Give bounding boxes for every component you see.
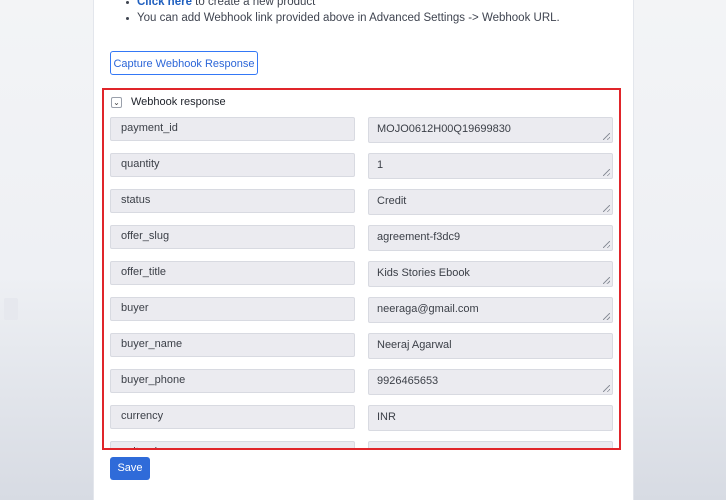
field-row: currency INR	[110, 405, 615, 441]
field-value[interactable]: neeraga@gmail.com	[368, 297, 613, 323]
field-value[interactable]: MOJO0612H00Q19699830	[368, 117, 613, 143]
webhook-field-list: payment_id MOJO0612H00Q19699830 quantity…	[110, 117, 615, 448]
advanced-settings-text: Advanced Settings	[369, 12, 465, 24]
instruction-webhook-url: You can add Webhook link provided above …	[126, 10, 560, 26]
instruction-text: to create a new product	[191, 0, 316, 8]
field-key: offer_slug	[110, 225, 355, 249]
field-key: status	[110, 189, 355, 213]
collapse-toggle[interactable]: ⌄	[111, 97, 122, 108]
field-key: currency	[110, 405, 355, 429]
field-row: buyer_name Neeraj Agarwal	[110, 333, 615, 369]
save-button[interactable]: Save	[110, 457, 150, 480]
capture-webhook-response-button[interactable]: Capture Webhook Response	[110, 51, 258, 75]
field-key: buyer_phone	[110, 369, 355, 393]
field-row: payment_id MOJO0612H00Q19699830	[110, 117, 615, 153]
field-key: buyer	[110, 297, 355, 321]
field-row: unit_price 10.00	[110, 441, 615, 448]
field-row: quantity 1	[110, 153, 615, 189]
field-key: unit_price	[110, 441, 355, 448]
chevron-down-icon: ⌄	[113, 97, 120, 107]
field-value[interactable]: 10.00	[368, 441, 613, 448]
field-value[interactable]: INR	[368, 405, 613, 431]
field-row: status Credit	[110, 189, 615, 225]
field-key: payment_id	[110, 117, 355, 141]
field-row: buyer_phone 9926465653	[110, 369, 615, 405]
field-row: offer_slug agreement-f3dc9	[110, 225, 615, 261]
background-panel-edge	[4, 298, 18, 320]
arrow-text: ->	[465, 12, 482, 24]
field-value[interactable]: 9926465653	[368, 369, 613, 395]
field-value[interactable]: agreement-f3dc9	[368, 225, 613, 251]
period-text: .	[556, 12, 560, 24]
field-value[interactable]: 1	[368, 153, 613, 179]
webhook-url-text: Webhook URL	[481, 12, 557, 24]
instruction-list: Click here to create a new product You c…	[126, 0, 560, 26]
field-row: offer_title Kids Stories Ebook	[110, 261, 615, 297]
instruction-create-product: Click here to create a new product	[126, 0, 560, 10]
click-here-link[interactable]: Click here	[137, 0, 192, 8]
field-value[interactable]: Neeraj Agarwal	[368, 333, 613, 359]
field-row: buyer neeraga@gmail.com	[110, 297, 615, 333]
webhook-response-panel: ⌄ Webhook response payment_id MOJO0612H0…	[102, 88, 621, 450]
field-key: buyer_name	[110, 333, 355, 357]
field-value[interactable]: Kids Stories Ebook	[368, 261, 613, 287]
instruction-text: You can add Webhook link provided above …	[137, 12, 370, 24]
field-key: quantity	[110, 153, 355, 177]
field-key: offer_title	[110, 261, 355, 285]
webhook-response-title: Webhook response	[131, 96, 226, 108]
field-value[interactable]: Credit	[368, 189, 613, 215]
